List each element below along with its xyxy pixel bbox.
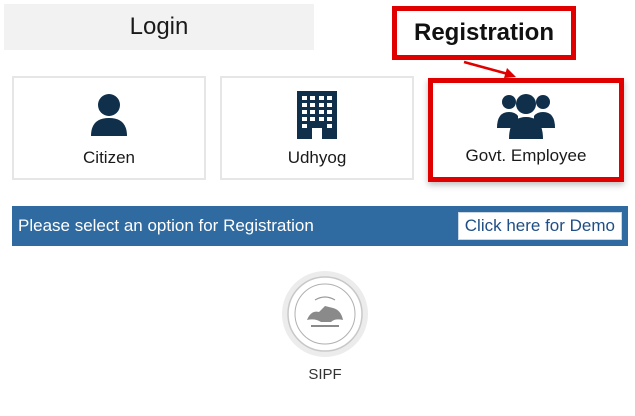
tab-login-label: Login bbox=[129, 13, 189, 40]
user-icon bbox=[89, 92, 129, 138]
info-message: Please select an option for Registration bbox=[18, 216, 314, 235]
tab-registration-label: Registration bbox=[413, 19, 554, 46]
card-govt-employee-label: Govt. Employee bbox=[465, 146, 587, 165]
users-group-icon bbox=[497, 92, 555, 139]
info-bar: Please select an option for Registration… bbox=[12, 206, 628, 246]
card-udhyog-label: Udhyog bbox=[287, 148, 347, 167]
card-citizen-label: Citizen bbox=[83, 148, 135, 167]
card-udhyog[interactable]: Udhyog bbox=[220, 76, 414, 180]
tab-login[interactable]: Login bbox=[4, 4, 314, 50]
card-govt-employee[interactable]: Govt. Employee bbox=[428, 78, 624, 182]
demo-button[interactable]: Click here for Demo bbox=[457, 212, 622, 240]
logo-caption: SIPF bbox=[308, 366, 342, 383]
tab-registration[interactable]: Registration bbox=[392, 6, 576, 60]
card-citizen[interactable]: Citizen bbox=[12, 76, 206, 180]
registration-page: Login Registration Citizen Udhyog Govt. … bbox=[0, 0, 635, 416]
sipf-logo-icon bbox=[282, 271, 368, 357]
building-icon bbox=[296, 91, 338, 139]
